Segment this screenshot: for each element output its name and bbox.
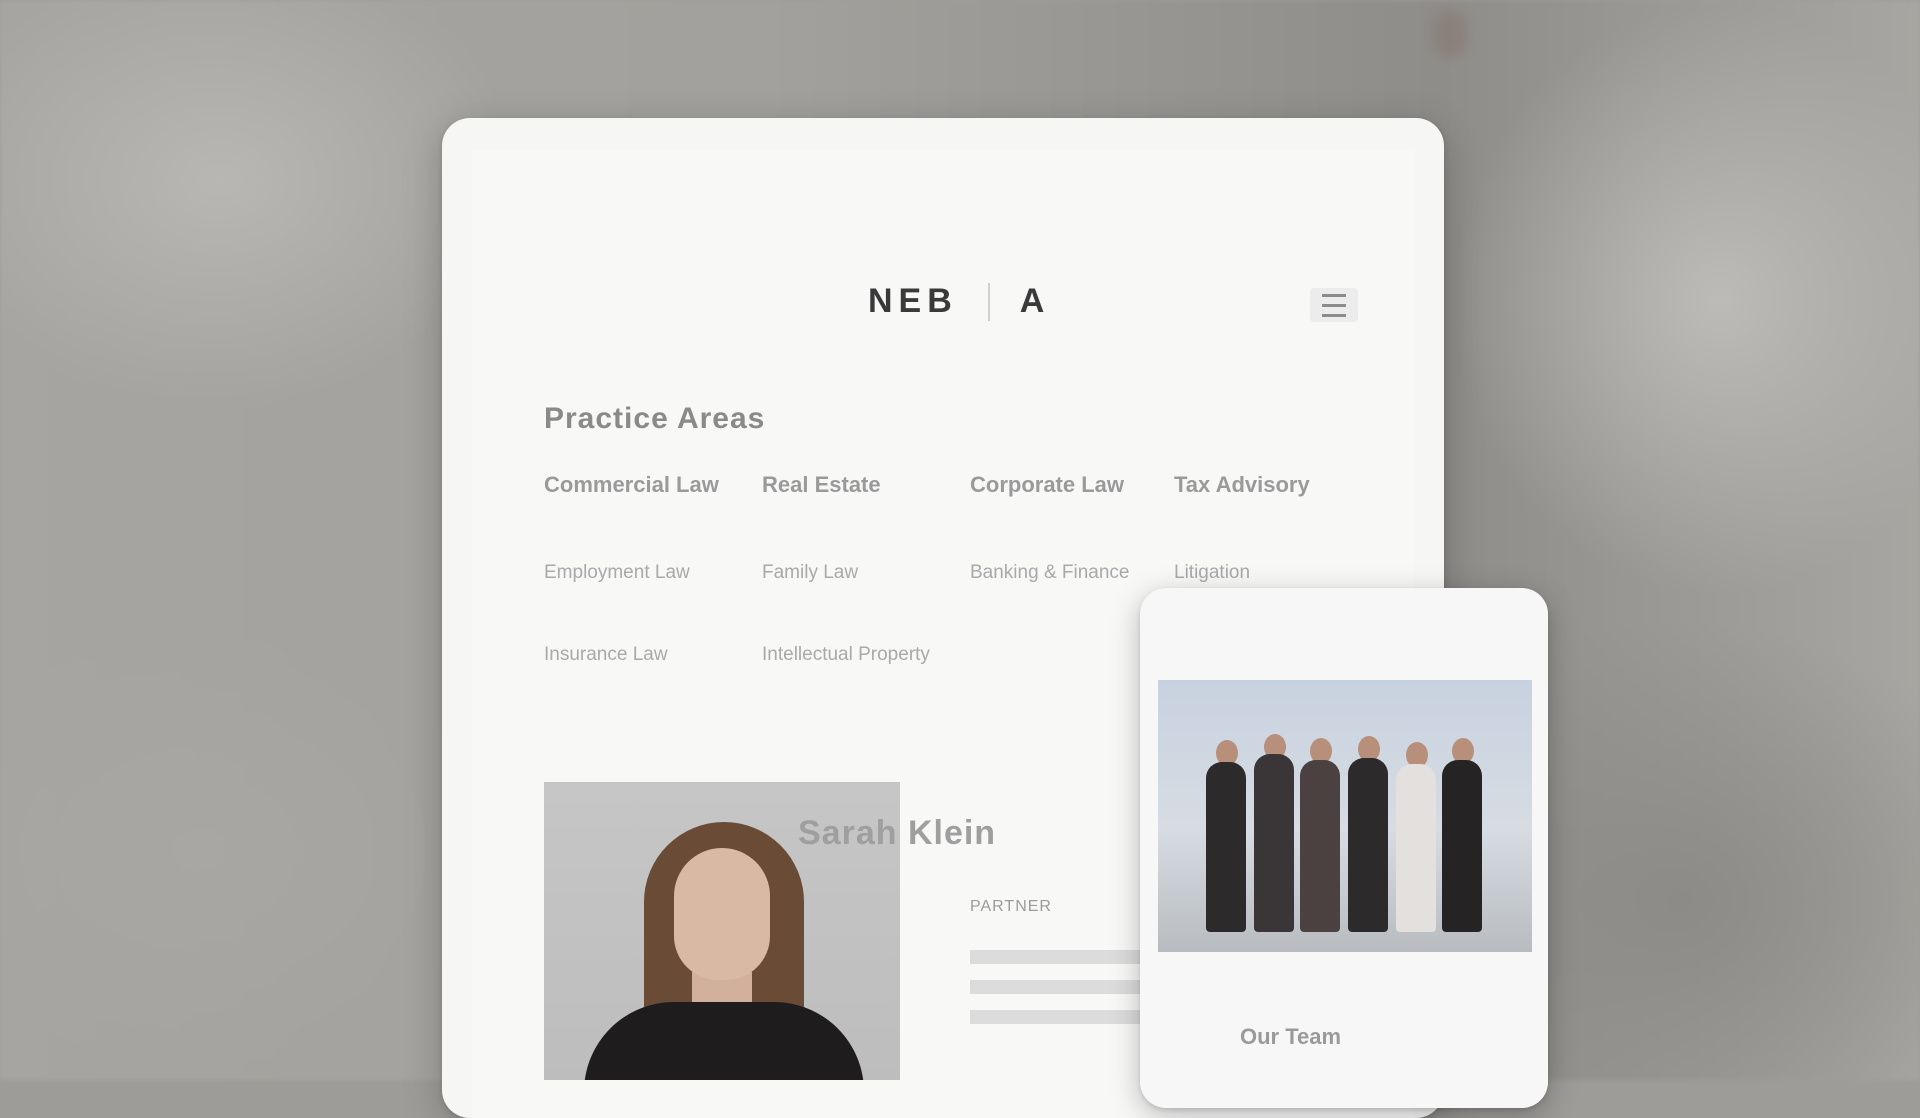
practice-area-link[interactable]: Tax Advisory: [1174, 470, 1364, 500]
practice-area-link[interactable]: Commercial Law: [544, 470, 734, 500]
menu-line: [1322, 303, 1346, 307]
profile-bio: [970, 950, 1140, 1040]
practice-area-link[interactable]: Intellectual Property: [762, 640, 952, 670]
person-silhouette: [1300, 760, 1340, 932]
logo-separator: [987, 282, 990, 321]
phone-caption: Our Team: [1240, 1024, 1342, 1049]
logo-mark-left: NEB: [868, 282, 958, 320]
section-title: Practice Areas: [544, 402, 766, 435]
person-silhouette: [1348, 758, 1388, 932]
menu-line: [1322, 313, 1346, 317]
bio-line: [970, 980, 1140, 994]
team-photo: [1158, 680, 1532, 952]
person-silhouette: [1442, 760, 1482, 932]
person-silhouette: [1254, 754, 1294, 932]
practice-area-link[interactable]: Employment Law: [544, 558, 734, 588]
menu-line: [1322, 293, 1346, 297]
portrait-body: [584, 1002, 864, 1080]
bio-line: [970, 950, 1140, 964]
portrait-face: [674, 848, 770, 980]
practice-area-link[interactable]: Corporate Law: [970, 470, 1160, 500]
site-logo[interactable]: NEB A: [868, 282, 1050, 321]
bio-line: [970, 1010, 1140, 1024]
person-silhouette: [1396, 764, 1436, 932]
phone-device: Our Team: [1140, 588, 1548, 1108]
profile-role: PARTNER: [970, 898, 1052, 915]
wall-stain: [1432, 10, 1468, 58]
hamburger-menu-icon[interactable]: [1310, 288, 1358, 322]
person-silhouette: [1206, 762, 1246, 932]
practice-area-link[interactable]: Insurance Law: [544, 640, 734, 670]
practice-area-link[interactable]: Litigation: [1174, 558, 1364, 588]
practice-area-link[interactable]: Real Estate: [762, 470, 952, 500]
logo-mark-right: A: [1019, 282, 1051, 320]
practice-area-link[interactable]: Family Law: [762, 558, 952, 588]
profile-name: Sarah Klein: [798, 814, 997, 852]
practice-area-link[interactable]: Banking & Finance: [970, 558, 1160, 588]
